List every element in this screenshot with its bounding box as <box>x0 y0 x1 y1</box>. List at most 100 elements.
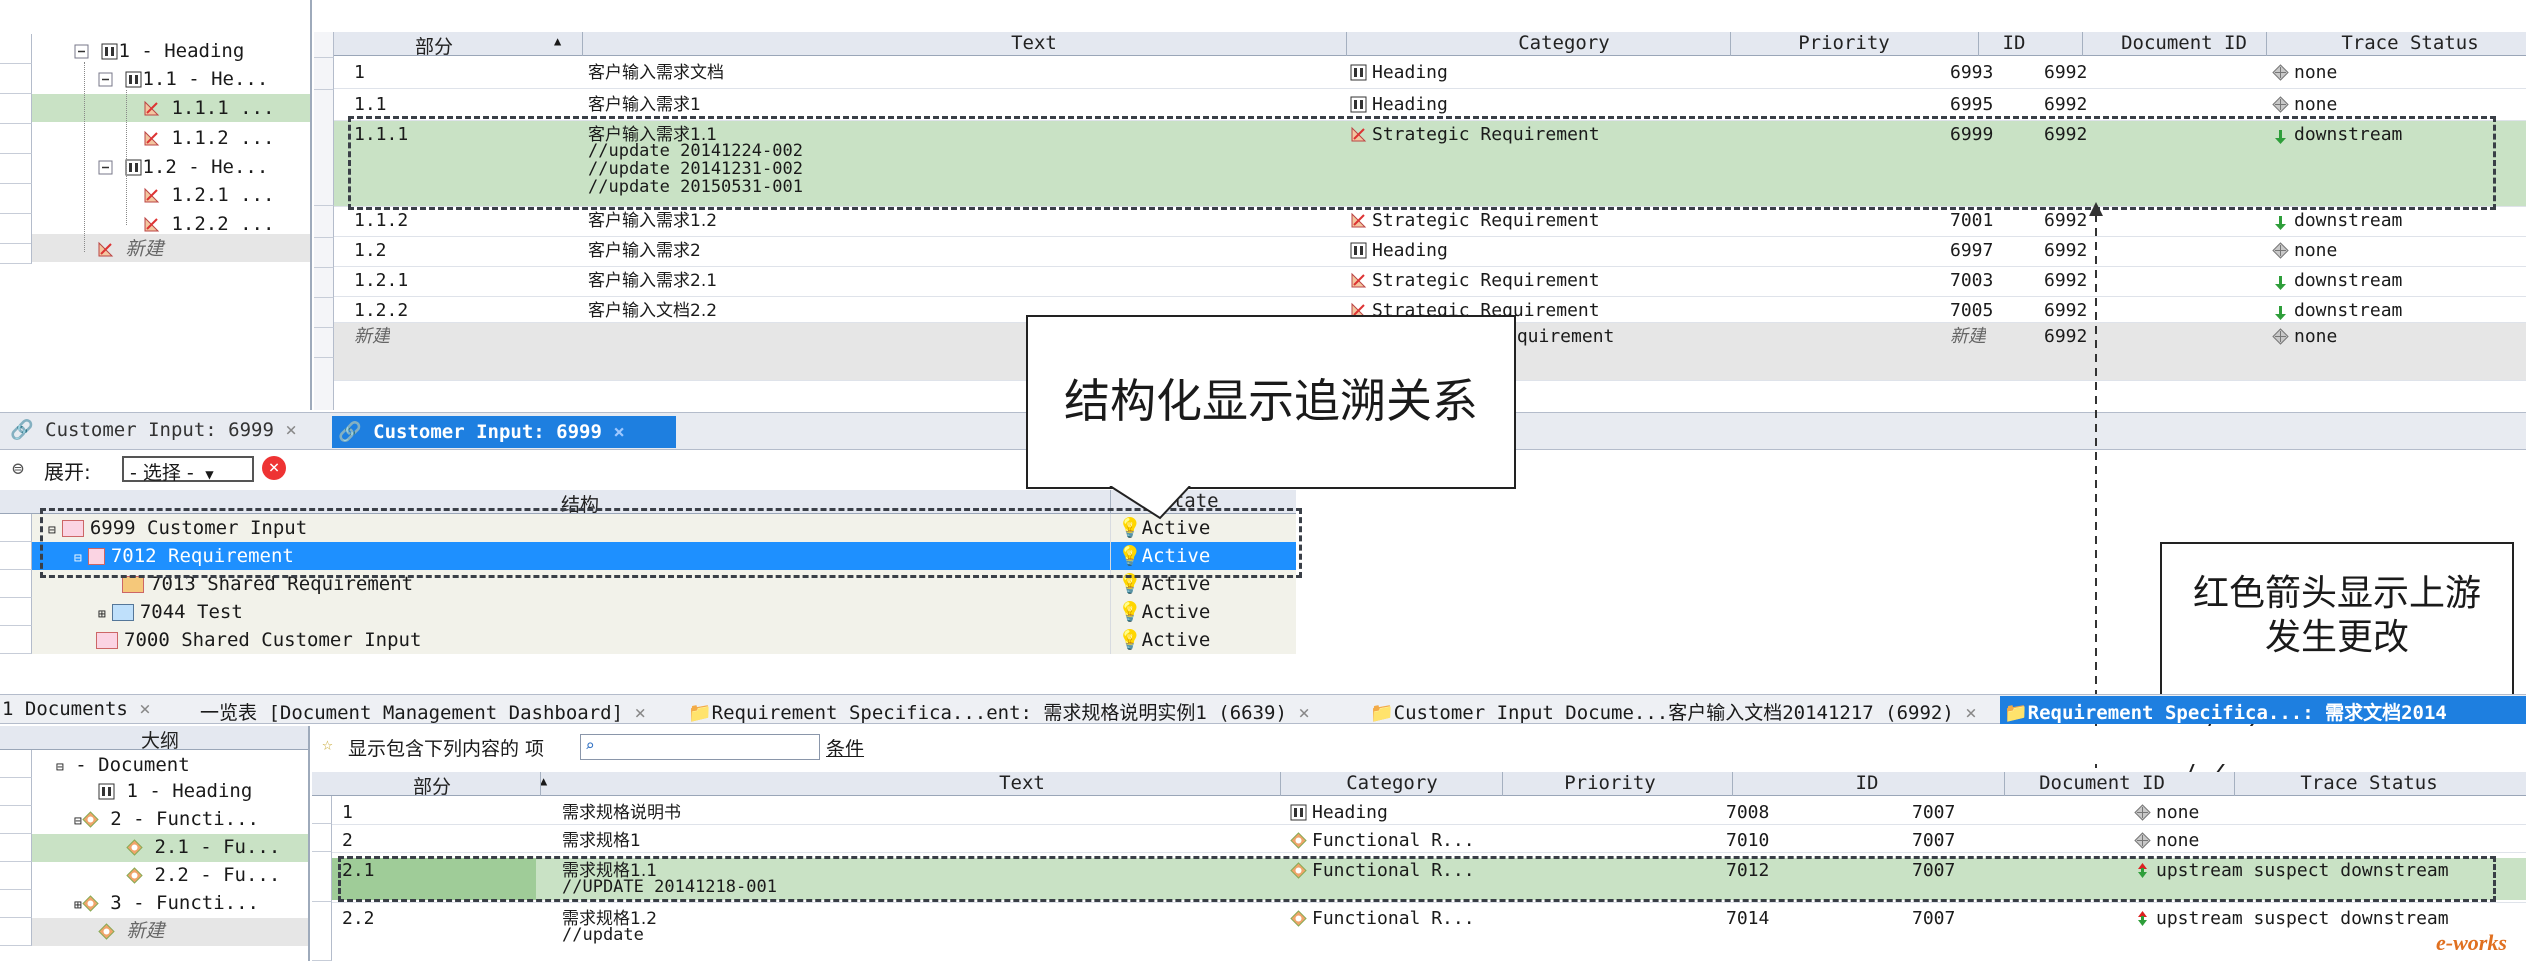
row-trace-status: none <box>2294 240 2338 261</box>
state-cell: 💡Active <box>1118 601 1211 623</box>
row-document-id: 7007 <box>1912 802 1956 823</box>
column-header-document-id[interactable]: Document ID <box>2064 32 2304 54</box>
column-header-text[interactable]: Text <box>834 32 1234 54</box>
callout-pointer <box>1109 486 1191 520</box>
row-id: 7008 <box>1726 802 1770 823</box>
outline-item-new[interactable]: 新建 <box>98 920 164 942</box>
row-trace-status: downstream <box>2294 210 2403 231</box>
column-header-section[interactable]: 部分 <box>394 32 474 59</box>
outline-item-1[interactable]: 1 - Heading <box>73 40 244 62</box>
row-section: 2 <box>342 830 353 851</box>
outline-item-1-2[interactable]: 1.2 - He... <box>97 156 268 178</box>
row-trace-status: upstream suspect downstream <box>2156 908 2449 929</box>
column-header-trace-status[interactable]: Trace Status <box>2212 772 2526 794</box>
row-id: 7005 <box>1950 300 1994 321</box>
green-down-arrow-icon <box>2272 214 2289 231</box>
strategic-requirement-icon <box>143 130 160 147</box>
tree-node-7000[interactable]: 7000 Shared Customer Input <box>96 629 421 651</box>
collapse-icon[interactable] <box>97 159 114 176</box>
row-category: Heading <box>1372 240 1448 261</box>
expand-icon[interactable]: ⊞ <box>74 898 82 913</box>
column-header-id[interactable]: ID <box>1954 32 2074 54</box>
functional-requirement-icon <box>82 895 99 912</box>
strategic-requirement-icon <box>143 216 160 233</box>
row-section: 1 <box>342 802 353 823</box>
tab-dashboard[interactable]: 一览表 [Document Management Dashboard] × <box>200 698 646 725</box>
heading-icon <box>125 71 142 88</box>
search-icon: ⌕ <box>585 736 595 755</box>
sort-ascending-icon[interactable]: ▲ <box>540 774 547 788</box>
expand-icon[interactable]: ⊞ <box>98 607 106 622</box>
collapse-icon[interactable]: ⊟ <box>56 760 64 775</box>
close-icon[interactable]: × <box>139 698 150 720</box>
column-header-document-id[interactable]: Document ID <box>1992 772 2212 794</box>
outline-item-document[interactable]: ⊟ - Document <box>56 754 190 779</box>
outline-item-new[interactable]: 新建 <box>97 238 163 260</box>
column-header-trace-status[interactable]: Trace Status <box>2294 32 2526 54</box>
outline-item-1[interactable]: 1 - Heading <box>98 780 252 802</box>
tab-requirement-spec-active[interactable]: 📁Requirement Specifica...: 需求文档2014 <box>2000 696 2526 724</box>
strategic-requirement-icon <box>1350 212 1367 229</box>
collapse-icon[interactable]: ⊟ <box>74 814 82 829</box>
heading-icon <box>98 783 115 800</box>
outline-item-1-1[interactable]: 1.1 - He... <box>97 68 268 90</box>
callout-red-arrow: 红色箭头显示上游 发生更改 <box>2160 542 2514 702</box>
row-section: 1.1 <box>354 94 387 115</box>
row-document-id: 6992 <box>2044 240 2088 261</box>
column-header-section[interactable]: 部分 <box>392 772 472 799</box>
row-text: 客户输入需求1 <box>588 95 701 115</box>
ework-logo: e-works <box>2436 930 2507 955</box>
column-header-text[interactable]: Text <box>872 772 1172 794</box>
outline-item-1-1-2[interactable]: 1.1.2 ... <box>143 127 274 149</box>
functional-requirement-icon <box>1290 832 1307 849</box>
outline-item-3[interactable]: ⊞ 3 - Functi... <box>74 892 259 917</box>
expand-select[interactable]: - 选择 - ▼ <box>122 456 254 484</box>
collapse-icon[interactable] <box>73 43 90 60</box>
sort-ascending-icon[interactable]: ▲ <box>554 34 561 48</box>
shared-customer-input-icon <box>96 632 118 649</box>
heading-icon <box>1350 242 1367 259</box>
tab-customer-input-active[interactable]: 🔗 Customer Input: 6999 × <box>332 416 676 448</box>
condition-button[interactable]: 条件 <box>826 734 864 761</box>
row-trace-status: none <box>2294 62 2338 83</box>
outline-item-2-1[interactable]: 2.1 - Fu... <box>126 836 280 858</box>
heading-icon <box>125 159 142 176</box>
none-icon <box>2272 64 2289 81</box>
highlight-selected-row-bottom <box>338 856 2496 902</box>
column-header-priority[interactable]: Priority <box>1500 772 1720 794</box>
none-icon <box>2272 328 2289 345</box>
outline-item-2[interactable]: ⊟ 2 - Functi... <box>74 808 259 833</box>
column-header-id[interactable]: ID <box>1742 772 1992 794</box>
clear-icon[interactable]: × <box>262 456 286 480</box>
tab-customer-input-inactive[interactable]: 🔗 Customer Input: 6999 × <box>10 418 297 446</box>
close-icon[interactable]: × <box>613 421 624 443</box>
column-header-category[interactable]: Category <box>1292 772 1492 794</box>
row-trace-status: none <box>2294 94 2338 115</box>
filter-search-input[interactable]: ⌕ <box>580 734 820 760</box>
tab-documents[interactable]: 1 Documents × <box>2 698 151 720</box>
tab-requirement-spec-1[interactable]: 📁Requirement Specifica...ent: 需求规格说明实例1 … <box>688 698 1310 725</box>
heading-icon <box>1290 804 1307 821</box>
tab-customer-input-doc[interactable]: 📁Customer Input Docume...客户输入文档20141217 … <box>1370 698 1977 725</box>
outline-item-1-1-1[interactable]: 1.1.1 ... <box>143 97 274 119</box>
close-icon[interactable]: × <box>1965 702 1976 724</box>
lightbulb-icon: 💡 <box>1118 601 1142 623</box>
row-section: 1.2 <box>354 240 387 261</box>
close-icon[interactable]: × <box>1298 702 1309 724</box>
row-id: 7003 <box>1950 270 1994 291</box>
state-cell: 💡Active <box>1118 629 1211 651</box>
none-icon <box>2134 804 2151 821</box>
folder-icon: 📁 <box>1370 702 1394 724</box>
tree-node-7044[interactable]: ⊞ 7044 Test <box>98 601 243 626</box>
outline-item-1-2-2[interactable]: 1.2.2 ... <box>143 213 274 235</box>
column-header-category[interactable]: Category <box>1414 32 1714 54</box>
filter-icon[interactable]: ⊜ <box>12 456 24 480</box>
row-trace-status: none <box>2156 830 2200 851</box>
row-text: 需求规格1 <box>562 831 641 851</box>
collapse-icon[interactable] <box>97 71 114 88</box>
close-icon[interactable]: × <box>285 419 296 441</box>
column-header-priority[interactable]: Priority <box>1714 32 1974 54</box>
outline-item-2-2[interactable]: 2.2 - Fu... <box>126 864 280 886</box>
close-icon[interactable]: × <box>635 702 646 724</box>
outline-item-1-2-1[interactable]: 1.2.1 ... <box>143 184 274 206</box>
